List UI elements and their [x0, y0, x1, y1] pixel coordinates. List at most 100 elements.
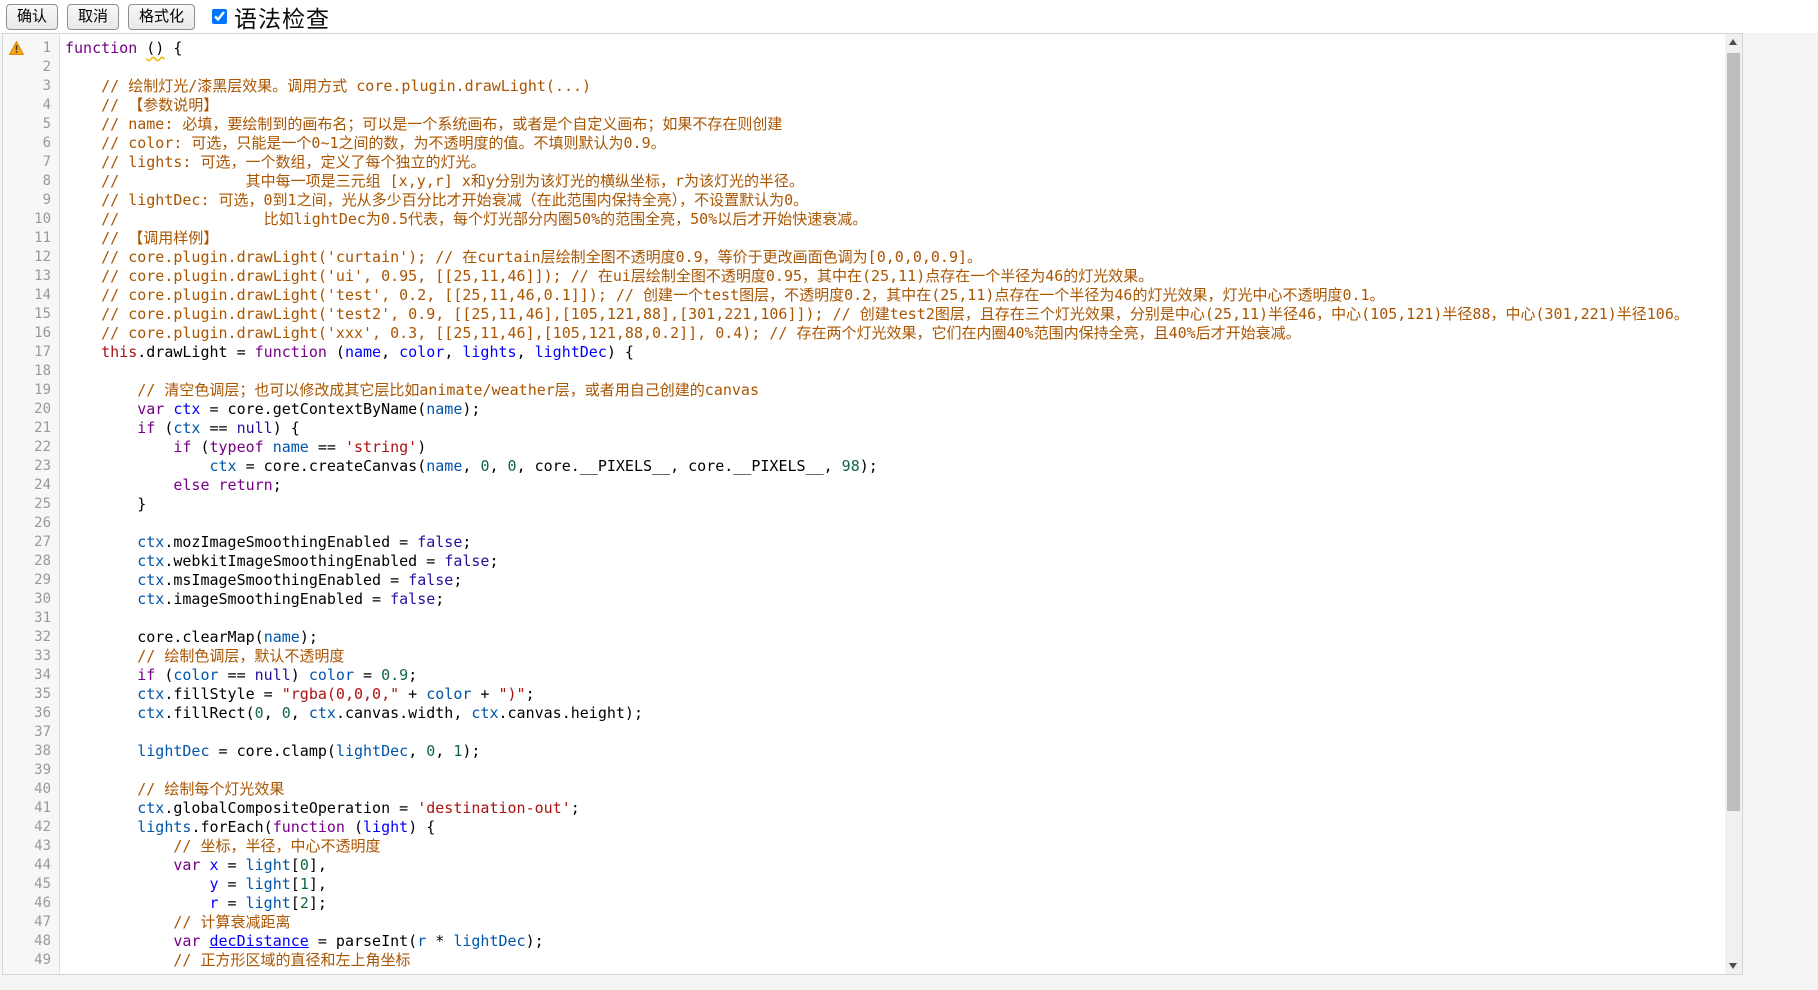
code-line: 39	[3, 761, 1725, 780]
format-button[interactable]: 格式化	[128, 4, 195, 30]
line-number: 36	[3, 704, 60, 723]
code-line: 27 ctx.mozImageSmoothingEnabled = false;	[3, 533, 1725, 552]
code-line: 13 // core.plugin.drawLight('ui', 0.95, …	[3, 267, 1725, 286]
code-line: 18	[3, 362, 1725, 381]
scrollbar-thumb[interactable]	[1727, 53, 1740, 811]
code-line: 12 // core.plugin.drawLight('curtain'); …	[3, 248, 1725, 267]
scroll-down-arrow-icon[interactable]	[1725, 957, 1742, 974]
line-number: 7	[3, 153, 60, 172]
code-line: 14 // core.plugin.drawLight('test', 0.2,…	[3, 286, 1725, 305]
line-number: 13	[3, 267, 60, 286]
vertical-scrollbar[interactable]	[1725, 34, 1742, 974]
code-line: 8 // 其中每一项是三元组 [x,y,r] x和y分别为该灯光的横纵坐标，r为…	[3, 172, 1725, 191]
cancel-button[interactable]: 取消	[67, 4, 119, 30]
code-text: lightDec = core.clamp(lightDec, 0, 1);	[60, 742, 1725, 761]
line-number: 46	[3, 894, 60, 913]
code-text: // 比如lightDec为0.5代表，每个灯光部分内圈50%的范围全亮，50%…	[60, 210, 1725, 229]
code-text: var x = light[0],	[60, 856, 1725, 875]
code-line: 36 ctx.fillRect(0, 0, ctx.canvas.width, …	[3, 704, 1725, 723]
code-line: 49 // 正方形区域的直径和左上角坐标	[3, 951, 1725, 970]
line-number: 35	[3, 685, 60, 704]
line-number: 8	[3, 172, 60, 191]
line-number: 20	[3, 400, 60, 419]
code-line: 5 // name: 必填，要绘制到的画布名；可以是一个系统画布，或者是个自定义…	[3, 115, 1725, 134]
code-text	[60, 609, 1725, 628]
confirm-button[interactable]: 确认	[6, 4, 58, 30]
code-text: // core.plugin.drawLight('test2', 0.9, […	[60, 305, 1725, 324]
line-number: 44	[3, 856, 60, 875]
code-line: 41 ctx.globalCompositeOperation = 'desti…	[3, 799, 1725, 818]
syntax-check-group: 语法检查	[212, 0, 330, 34]
code-editor[interactable]: 1function () { 23 // 绘制灯光/漆黑层效果。调用方式 core…	[2, 33, 1743, 975]
line-number: 23	[3, 457, 60, 476]
line-number: 15	[3, 305, 60, 324]
code-text: // 正方形区域的直径和左上角坐标	[60, 951, 1725, 970]
code-text: if (typeof name == 'string')	[60, 438, 1725, 457]
code-line: 44 var x = light[0],	[3, 856, 1725, 875]
line-number: 10	[3, 210, 60, 229]
code-text: if (ctx == null) {	[60, 419, 1725, 438]
code-line: 23 ctx = core.createCanvas(name, 0, 0, c…	[3, 457, 1725, 476]
code-line: 22 if (typeof name == 'string')	[3, 438, 1725, 457]
code-text: y = light[1],	[60, 875, 1725, 894]
line-number: 28	[3, 552, 60, 571]
line-number: 45	[3, 875, 60, 894]
code-text: // 【调用样例】	[60, 229, 1725, 248]
line-number: 4	[3, 96, 60, 115]
line-number: 39	[3, 761, 60, 780]
code-line: 34 if (color == null) color = 0.9;	[3, 666, 1725, 685]
code-line: 30 ctx.imageSmoothingEnabled = false;	[3, 590, 1725, 609]
code-line: 1function () {	[3, 39, 1725, 58]
line-number: 9	[3, 191, 60, 210]
code-text: function () {	[60, 39, 1725, 58]
code-text: // 绘制每个灯光效果	[60, 780, 1725, 799]
line-number: 33	[3, 647, 60, 666]
syntax-check-label: 语法检查	[234, 0, 330, 34]
code-line: 33 // 绘制色调层，默认不透明度	[3, 647, 1725, 666]
code-line: 20 var ctx = core.getContextByName(name)…	[3, 400, 1725, 419]
code-text: // name: 必填，要绘制到的画布名；可以是一个系统画布，或者是个自定义画布…	[60, 115, 1725, 134]
code-line: 17 this.drawLight = function (name, colo…	[3, 343, 1725, 362]
code-text: ctx = core.createCanvas(name, 0, 0, core…	[60, 457, 1725, 476]
code-text: // lights: 可选，一个数组，定义了每个独立的灯光。	[60, 153, 1725, 172]
code-line: 6 // color: 可选，只能是一个0~1之间的数，为不透明度的值。不填则默…	[3, 134, 1725, 153]
line-number: 34	[3, 666, 60, 685]
code-area[interactable]: 1function () { 23 // 绘制灯光/漆黑层效果。调用方式 core…	[3, 34, 1725, 974]
code-line: 47 // 计算衰减距离	[3, 913, 1725, 932]
line-number: 31	[3, 609, 60, 628]
code-line: 19 // 清空色调层；也可以修改成其它层比如animate/weather层，…	[3, 381, 1725, 400]
code-text: // lightDec: 可选，0到1之间，光从多少百分比才开始衰减（在此范围内…	[60, 191, 1725, 210]
line-number: 49	[3, 951, 60, 970]
code-line: 25 }	[3, 495, 1725, 514]
line-number: 38	[3, 742, 60, 761]
line-number: 27	[3, 533, 60, 552]
code-line: 37	[3, 723, 1725, 742]
code-line: 10 // 比如lightDec为0.5代表，每个灯光部分内圈50%的范围全亮，…	[3, 210, 1725, 229]
code-text: // core.plugin.drawLight('curtain'); // …	[60, 248, 1725, 267]
code-line: 46 r = light[2];	[3, 894, 1725, 913]
line-number: 40	[3, 780, 60, 799]
code-line: 7 // lights: 可选，一个数组，定义了每个独立的灯光。	[3, 153, 1725, 172]
code-text: // core.plugin.drawLight('test', 0.2, [[…	[60, 286, 1725, 305]
code-text: var decDistance = parseInt(r * lightDec)…	[60, 932, 1725, 951]
code-line: 15 // core.plugin.drawLight('test2', 0.9…	[3, 305, 1725, 324]
line-number: 12	[3, 248, 60, 267]
code-text: // 其中每一项是三元组 [x,y,r] x和y分别为该灯光的横纵坐标，r为该灯…	[60, 172, 1725, 191]
line-number: 48	[3, 932, 60, 951]
code-text: // 绘制灯光/漆黑层效果。调用方式 core.plugin.drawLight…	[60, 77, 1725, 96]
line-number: 43	[3, 837, 60, 856]
scroll-up-arrow-icon[interactable]	[1725, 34, 1742, 51]
code-text	[60, 362, 1725, 381]
line-number: 42	[3, 818, 60, 837]
code-text: ctx.mozImageSmoothingEnabled = false;	[60, 533, 1725, 552]
code-text: // color: 可选，只能是一个0~1之间的数，为不透明度的值。不填则默认为…	[60, 134, 1725, 153]
line-number: 19	[3, 381, 60, 400]
code-text	[60, 723, 1725, 742]
line-number: 6	[3, 134, 60, 153]
syntax-check-checkbox[interactable]	[212, 9, 227, 24]
code-text: // 计算衰减距离	[60, 913, 1725, 932]
code-line: 26	[3, 514, 1725, 533]
line-number: 29	[3, 571, 60, 590]
code-line: 48 var decDistance = parseInt(r * lightD…	[3, 932, 1725, 951]
code-text: var ctx = core.getContextByName(name);	[60, 400, 1725, 419]
